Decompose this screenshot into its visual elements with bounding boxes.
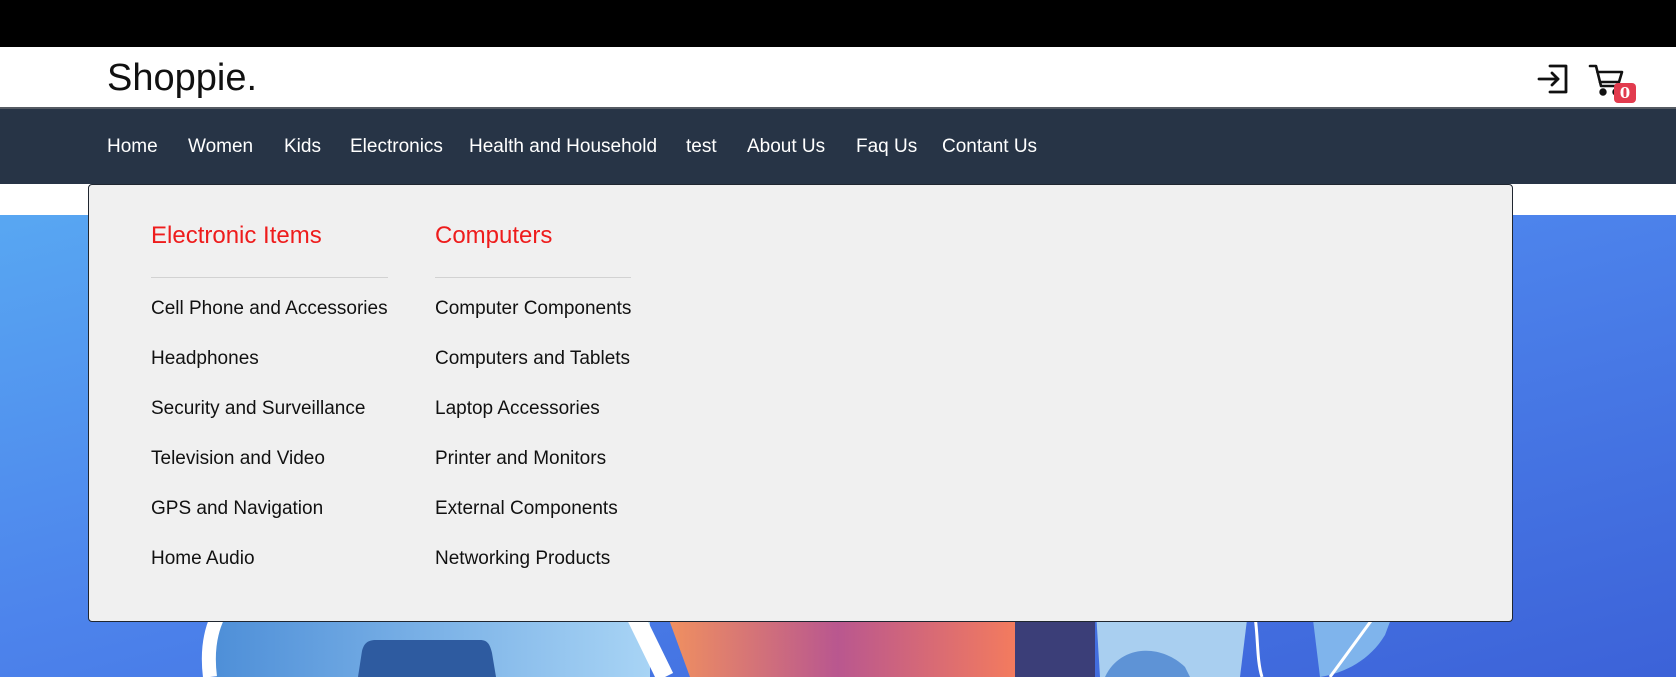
nav-item-faq-us[interactable]: Faq Us (856, 136, 917, 158)
menu-column-title[interactable]: Electronic Items (151, 221, 388, 251)
menu-link-networking-products[interactable]: Networking Products (435, 548, 631, 598)
menu-link-security-and-surveillance[interactable]: Security and Surveillance (151, 398, 388, 448)
electronics-mega-menu: Electronic Items Cell Phone and Accessor… (88, 184, 1513, 622)
nav-item-health-and-household[interactable]: Health and Household (469, 136, 657, 158)
nav-item-kids[interactable]: Kids (284, 136, 321, 158)
menu-link-cell-phone-and-accessories[interactable]: Cell Phone and Accessories (151, 298, 388, 348)
menu-column-electronic-items: Electronic Items Cell Phone and Accessor… (151, 221, 388, 598)
menu-link-headphones[interactable]: Headphones (151, 348, 388, 398)
nav-item-women[interactable]: Women (188, 136, 253, 158)
nav-item-test[interactable]: test (686, 136, 717, 158)
menu-link-external-components[interactable]: External Components (435, 498, 631, 548)
menu-link-computer-components[interactable]: Computer Components (435, 298, 631, 348)
cart-button[interactable]: 0 (1588, 63, 1636, 103)
login-icon[interactable] (1536, 63, 1570, 95)
menu-link-television-and-video[interactable]: Television and Video (151, 448, 388, 498)
nav-item-home[interactable]: Home (107, 136, 158, 158)
nav-item-electronics[interactable]: Electronics (350, 136, 443, 158)
menu-link-printer-and-monitors[interactable]: Printer and Monitors (435, 448, 631, 498)
menu-divider (435, 277, 632, 278)
menu-link-computers-and-tablets[interactable]: Computers and Tablets (435, 348, 631, 398)
site-header: Shoppie. 0 (0, 47, 1676, 109)
menu-link-laptop-accessories[interactable]: Laptop Accessories (435, 398, 631, 448)
menu-link-gps-and-navigation[interactable]: GPS and Navigation (151, 498, 388, 548)
main-navbar: Home Women Kids Electronics Health and H… (0, 109, 1676, 184)
menu-divider (151, 277, 388, 278)
nav-item-about-us[interactable]: About Us (747, 136, 825, 158)
browser-top-strip (0, 0, 1676, 47)
menu-link-home-audio[interactable]: Home Audio (151, 548, 388, 598)
cart-count-badge: 0 (1614, 83, 1636, 103)
site-logo[interactable]: Shoppie. (107, 56, 257, 100)
nav-item-contant-us[interactable]: Contant Us (942, 136, 1037, 158)
menu-column-computers: Computers Computer Components Computers … (435, 221, 632, 598)
menu-column-title[interactable]: Computers (435, 221, 631, 251)
